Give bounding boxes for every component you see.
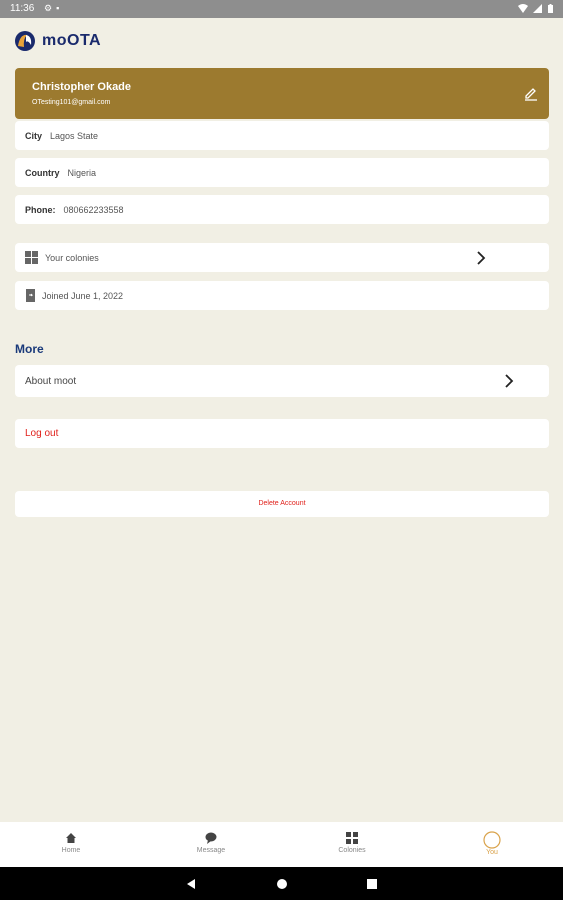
home-icon bbox=[66, 833, 76, 843]
system-navigation-bar bbox=[0, 867, 563, 900]
app-header: moOTA bbox=[14, 29, 101, 53]
grid-icon bbox=[346, 832, 358, 844]
delete-account-label: Delete Account bbox=[258, 500, 306, 507]
delete-account-button[interactable]: Delete Account bbox=[15, 491, 549, 517]
nav-you[interactable]: You bbox=[452, 822, 532, 867]
signal-icon bbox=[533, 4, 543, 14]
joined-row: Joined June 1, 2022 bbox=[15, 281, 549, 310]
nav-message[interactable]: Message bbox=[171, 822, 251, 867]
home-button-icon[interactable] bbox=[275, 877, 289, 891]
about-moot-label: About moot bbox=[25, 376, 77, 387]
more-section-title: More bbox=[15, 342, 44, 356]
message-icon bbox=[205, 832, 217, 844]
notification-icons: ⚙▪ bbox=[44, 3, 64, 13]
about-moot-button[interactable]: About moot bbox=[15, 365, 549, 397]
chevron-right-icon bbox=[505, 374, 514, 388]
country-row: Country Nigeria bbox=[15, 158, 549, 187]
battery-icon bbox=[548, 4, 553, 14]
back-icon[interactable] bbox=[184, 877, 198, 891]
phone-label: Phone: bbox=[25, 204, 56, 215]
nav-home-label: Home bbox=[61, 847, 81, 854]
calendar-icon bbox=[26, 289, 35, 302]
status-bar: 11:36 ⚙▪ bbox=[0, 0, 563, 18]
moota-logo-icon bbox=[15, 31, 35, 51]
city-label: City bbox=[25, 130, 43, 141]
status-time: 11:36 bbox=[10, 3, 35, 14]
nav-you-label: You bbox=[486, 849, 498, 856]
bottom-navigation: Home Message Colonies You bbox=[0, 822, 563, 867]
logout-label: Log out bbox=[25, 428, 59, 439]
city-value: Lagos State bbox=[50, 130, 99, 141]
edit-profile-icon[interactable] bbox=[523, 85, 539, 101]
your-colonies-row[interactable]: Your colonies bbox=[15, 243, 549, 272]
grid-icon bbox=[25, 251, 38, 264]
wifi-icon bbox=[517, 4, 528, 14]
nav-home[interactable]: Home bbox=[31, 822, 111, 867]
app-title: moOTA bbox=[42, 32, 102, 49]
profile-email: OTesting101@gmail.com bbox=[32, 99, 111, 106]
chevron-right-icon bbox=[477, 251, 486, 265]
your-colonies-label: Your colonies bbox=[45, 252, 99, 263]
profile-card: Christopher Okade OTesting101@gmail.com bbox=[15, 68, 549, 119]
city-row: City Lagos State bbox=[15, 121, 549, 150]
country-label: Country bbox=[25, 167, 60, 178]
logout-button[interactable]: Log out bbox=[15, 419, 549, 448]
nav-message-label: Message bbox=[196, 847, 226, 854]
phone-value: 080662233558 bbox=[63, 204, 124, 215]
profile-name: Christopher Okade bbox=[32, 81, 132, 93]
country-value: Nigeria bbox=[67, 167, 97, 178]
joined-date: Joined June 1, 2022 bbox=[42, 290, 124, 301]
profile-icon bbox=[483, 831, 501, 849]
nav-colonies-label: Colonies bbox=[338, 847, 366, 854]
nav-colonies[interactable]: Colonies bbox=[312, 822, 392, 867]
recents-icon[interactable] bbox=[365, 877, 379, 891]
system-status-icons bbox=[517, 3, 553, 14]
phone-row: Phone: 080662233558 bbox=[15, 195, 549, 224]
